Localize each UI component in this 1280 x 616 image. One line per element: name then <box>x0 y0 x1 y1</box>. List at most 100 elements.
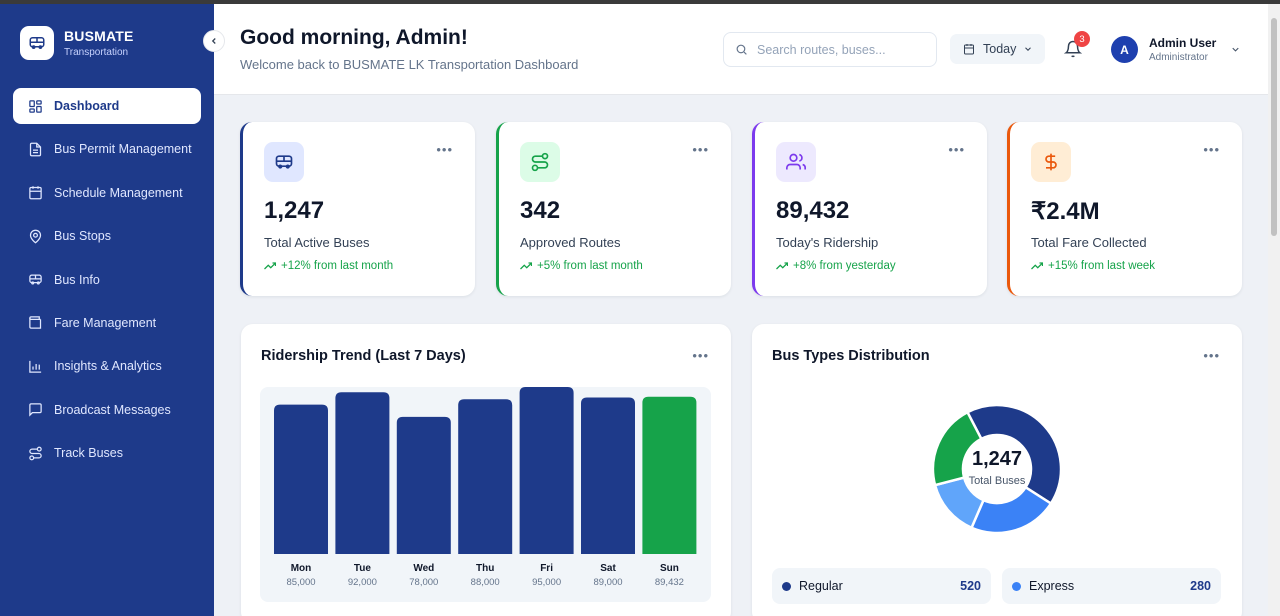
notification-badge: 3 <box>1074 31 1090 47</box>
bar-value-label: 89,432 <box>655 577 684 588</box>
x-tick-label: Wed <box>413 563 434 574</box>
route-icon <box>27 445 43 461</box>
bar-value-label: 85,000 <box>286 577 315 588</box>
bus-types-panel: Bus Types Distribution ••• 1,247 Total B… <box>752 324 1242 616</box>
more-options-button[interactable]: ••• <box>692 142 709 157</box>
sidebar-item-label: Bus Stops <box>54 229 111 244</box>
panel-title: Ridership Trend (Last 7 Days) <box>261 348 466 364</box>
ridership-chart: Mon 85,000 Tue 92,000 Wed 78,000 Thu 88,000 Fri 9… <box>260 387 711 602</box>
sidebar-item-fare-management[interactable]: Fare Management <box>13 305 201 341</box>
x-tick-label: Tue <box>354 563 371 574</box>
date-filter-button[interactable]: Today <box>950 34 1045 64</box>
sidebar-item-label: Broadcast Messages <box>54 402 171 417</box>
sidebar: BUSMATE Transportation Dashboard Bus Per… <box>0 4 214 616</box>
collapse-sidebar-button[interactable] <box>203 30 225 52</box>
sidebar-item-bus-permit-management[interactable]: Bus Permit Management <box>13 131 201 167</box>
x-tick-label: Mon <box>291 563 312 574</box>
avatar: A <box>1111 36 1138 63</box>
donut-center-label: Total Buses <box>968 475 1026 487</box>
legend-value: 280 <box>1190 579 1211 593</box>
more-options-button[interactable]: ••• <box>436 142 453 157</box>
legend-item-regular: Regular 520 <box>772 568 991 604</box>
brand[interactable]: BUSMATE Transportation <box>20 26 134 60</box>
x-tick-label: Sat <box>600 563 616 574</box>
more-options-button[interactable]: ••• <box>692 348 709 363</box>
date-filter-label: Today <box>983 42 1017 56</box>
user-menu[interactable]: A Admin User Administrator <box>1111 36 1241 63</box>
sidebar-item-label: Bus Permit Management <box>54 142 192 157</box>
map-pin-icon <box>27 228 43 244</box>
bar-thu[interactable] <box>458 399 513 554</box>
sidebar-item-label: Schedule Management <box>54 185 183 200</box>
bar-value-label: 88,000 <box>471 577 500 588</box>
bar-mon[interactable] <box>274 404 328 554</box>
stat-label: Total Fare Collected <box>1031 235 1147 250</box>
page-scrollbar[interactable] <box>1268 4 1280 616</box>
search-box[interactable] <box>723 32 937 67</box>
panel-title: Bus Types Distribution <box>772 348 930 364</box>
bar-sat[interactable] <box>581 397 635 554</box>
sidebar-item-bus-stops[interactable]: Bus Stops <box>13 218 201 254</box>
more-options-button[interactable]: ••• <box>1203 142 1220 157</box>
trending-up-icon <box>1031 262 1043 270</box>
legend-color-dot <box>782 581 791 591</box>
chevron-left-icon <box>211 38 216 44</box>
app-window: BUSMATE Transportation Dashboard Bus Per… <box>0 4 1280 616</box>
sidebar-nav: Dashboard Bus Permit Management Schedule… <box>13 88 201 479</box>
calendar-icon <box>27 185 43 201</box>
more-options-button[interactable]: ••• <box>948 142 965 157</box>
trending-up-icon <box>520 262 532 270</box>
bus-icon <box>27 272 43 288</box>
x-tick-label: Sun <box>660 563 679 574</box>
sidebar-item-track-buses[interactable]: Track Buses <box>13 435 201 471</box>
stat-label: Total Active Buses <box>264 235 370 250</box>
stat-value: 89,432 <box>776 197 850 224</box>
brand-logo <box>20 26 54 60</box>
stat-card-active-buses: ••• 1,247 Total Active Buses +12% from l… <box>240 122 475 296</box>
chevron-down-icon <box>1025 47 1032 51</box>
legend-value: 520 <box>960 579 981 593</box>
scrollbar-thumb[interactable] <box>1271 18 1277 236</box>
ridership-trend-panel: Ridership Trend (Last 7 Days) ••• Mon 85,… <box>241 324 731 616</box>
bar-value-label: 78,000 <box>409 577 438 588</box>
x-tick-label: Thu <box>476 563 494 574</box>
more-options-button[interactable]: ••• <box>1203 348 1220 363</box>
stat-card-ridership: ••• 89,432 Today's Ridership +8% from ye… <box>752 122 987 296</box>
bar-value-label: 92,000 <box>348 577 377 588</box>
sidebar-item-broadcast-messages[interactable]: Broadcast Messages <box>13 392 201 428</box>
stat-value: 1,247 <box>264 197 325 224</box>
stat-label: Today's Ridership <box>776 235 879 250</box>
bus-icon <box>264 142 304 182</box>
bar-tue[interactable] <box>335 392 390 554</box>
stat-trend: +8% from yesterday <box>776 260 896 272</box>
donut-center-value: 1,247 <box>971 448 1023 470</box>
user-role: Administrator <box>1149 52 1208 63</box>
bar-fri[interactable] <box>519 387 574 554</box>
legend-label: Express <box>1029 579 1075 593</box>
stat-card-approved-routes: ••• 342 Approved Routes +5% from last mo… <box>496 122 731 296</box>
sidebar-item-bus-info[interactable]: Bus Info <box>13 262 201 298</box>
legend-label: Regular <box>799 579 843 593</box>
sidebar-item-dashboard[interactable]: Dashboard <box>13 88 201 124</box>
stat-trend-text: +15% from last week <box>1048 260 1156 272</box>
sidebar-item-label: Track Buses <box>54 446 124 461</box>
wallet-icon <box>27 315 43 331</box>
sidebar-item-label: Fare Management <box>54 315 157 330</box>
sidebar-item-schedule-management[interactable]: Schedule Management <box>13 175 201 211</box>
search-icon <box>736 44 747 55</box>
x-tick-label: Fri <box>540 563 553 574</box>
sidebar-item-insights-analytics[interactable]: Insights & Analytics <box>13 348 201 384</box>
sidebar-item-label: Insights & Analytics <box>54 359 162 374</box>
stat-trend: +12% from last month <box>264 260 393 272</box>
stat-trend: +15% from last week <box>1031 260 1155 272</box>
bar-value-label: 89,000 <box>593 577 622 588</box>
brand-name: BUSMATE <box>64 28 134 44</box>
message-icon <box>27 402 43 418</box>
search-input[interactable] <box>757 42 927 57</box>
bus-logo-icon <box>29 37 45 49</box>
bar-wed[interactable] <box>396 416 451 554</box>
trending-up-icon <box>776 262 788 270</box>
dashboard-icon <box>27 98 43 114</box>
bar-sun[interactable] <box>642 396 697 554</box>
route-icon <box>520 142 560 182</box>
